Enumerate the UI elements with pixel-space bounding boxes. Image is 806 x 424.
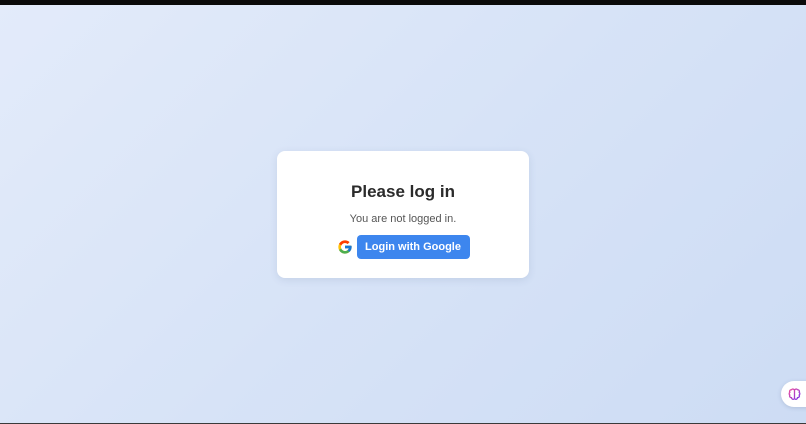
login-status-text: You are not logged in. — [349, 213, 457, 225]
assistant-floating-button[interactable] — [781, 381, 806, 407]
page-title: Please log in — [351, 182, 455, 201]
top-window-bar — [0, 0, 806, 5]
login-card: Please log in You are not logged in. Log… — [277, 151, 529, 278]
google-login-row: Login with Google — [277, 235, 529, 259]
brain-icon — [788, 387, 801, 401]
login-with-google-button[interactable]: Login with Google — [356, 235, 470, 259]
google-g-icon — [337, 239, 353, 255]
